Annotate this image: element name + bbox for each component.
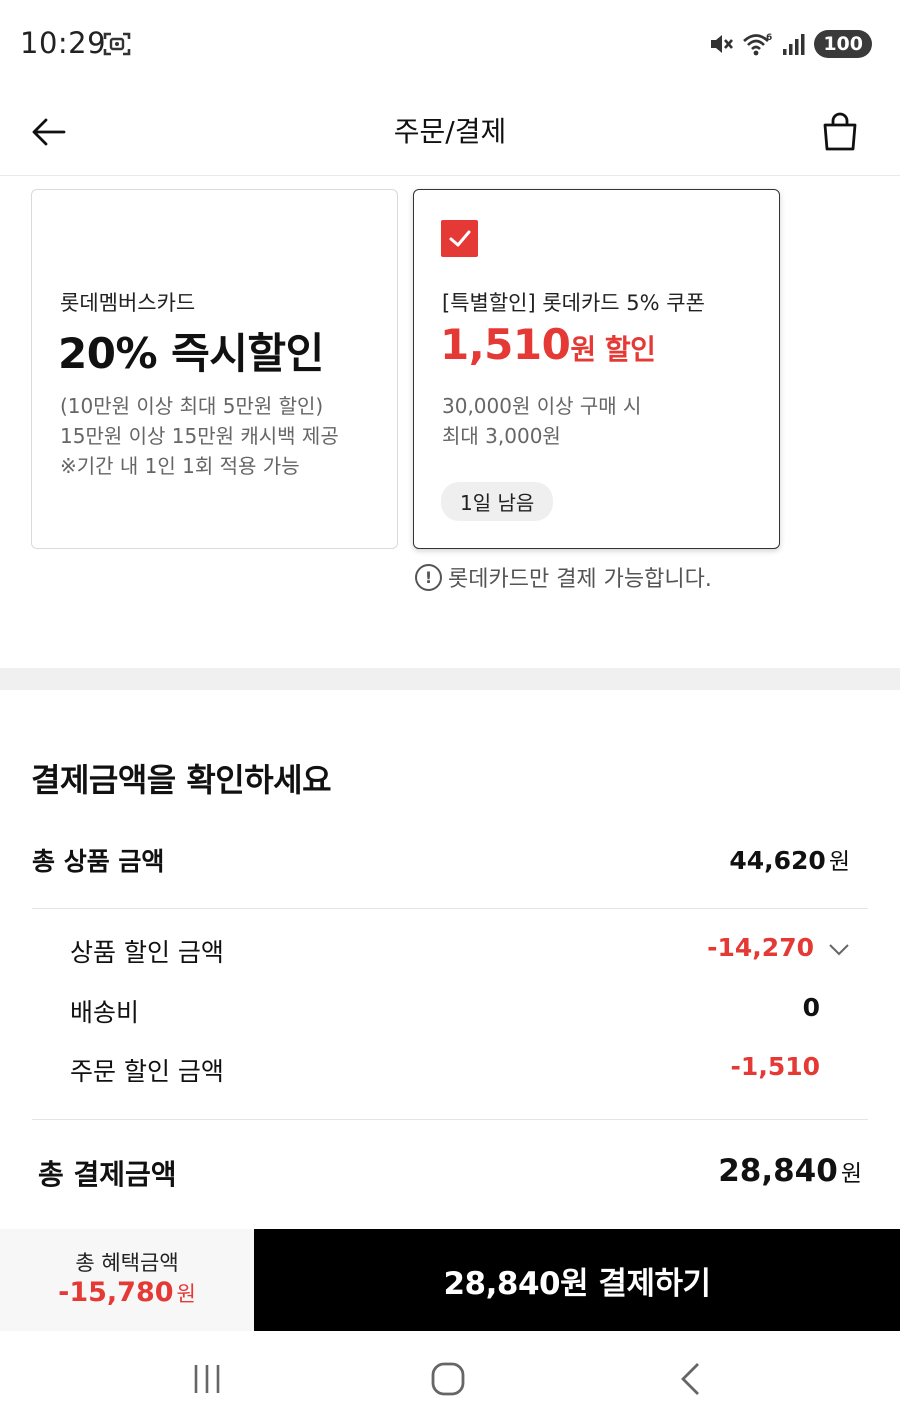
total-product-value-wrap: 44,620 원 <box>729 842 850 876</box>
page-title: 주문/결제 <box>393 115 507 148</box>
signal-icon <box>783 34 805 55</box>
divider-line <box>32 1119 868 1120</box>
status-bar: 10:29 6 100 <box>0 0 900 88</box>
shopping-bag-icon <box>823 112 857 151</box>
coupon-card-lotte-members[interactable]: 롯데멤버스카드 20% 즉시할인 (10만원 이상 최대 5만원 할인) 15만… <box>31 189 398 549</box>
recent-apps-button[interactable] <box>177 1357 237 1401</box>
header: 주문/결제 <box>0 88 900 176</box>
back-icon <box>681 1363 699 1395</box>
status-icons: 6 100 <box>708 28 872 60</box>
days-left-badge: 1일 남음 <box>441 482 554 521</box>
svg-text:6: 6 <box>766 33 772 43</box>
won-unit: 원 <box>176 1282 196 1306</box>
coupon-desc-line: 30,000원 이상 구매 시 <box>442 394 642 418</box>
home-icon <box>431 1362 465 1396</box>
recent-apps-icon <box>194 1365 220 1393</box>
cart-button[interactable] <box>814 106 866 158</box>
coupon-card-description: 30,000원 이상 구매 시 최대 3,000원 <box>442 391 641 451</box>
won-unit: 원 <box>828 849 850 875</box>
coupon-desc-line: ※기간 내 1인 1회 적용 가능 <box>60 454 300 478</box>
total-benefit-box: 총 혜택금액 -15,780 원 <box>0 1229 254 1331</box>
product-discount-value: -14,270 <box>707 933 814 962</box>
home-button[interactable] <box>418 1357 478 1401</box>
shipping-value: 0 <box>802 993 820 1022</box>
total-payment-value: 28,840 <box>718 1153 838 1189</box>
total-benefit-label: 총 혜택금액 <box>75 1251 179 1275</box>
chevron-down-icon[interactable] <box>828 943 850 957</box>
info-icon: ! <box>415 563 442 591</box>
nav-back-button[interactable] <box>660 1357 720 1401</box>
divider-line <box>32 908 868 909</box>
product-discount-label: 상품 할인 금액 <box>70 938 224 967</box>
coupon-card-headline: 20% 즉시할인 <box>58 329 324 378</box>
coupon-card-headline: 1,510원 할인 <box>440 320 656 369</box>
coupon-card-subtitle: 롯데멤버스카드 <box>60 291 196 315</box>
coupon-card-subtitle: [특별할인] 롯데카드 5% 쿠폰 <box>442 291 705 315</box>
total-payment-label: 총 결제금액 <box>38 1158 177 1191</box>
screen-capture-icon <box>103 32 131 56</box>
total-product-label: 총 상품 금액 <box>32 847 165 876</box>
total-benefit-value: -15,780 <box>58 1277 174 1308</box>
payment-notice: ! 롯데카드만 결제 가능합니다. <box>415 561 712 593</box>
coupon-discount-amount: 1,510 <box>440 320 571 369</box>
summary-title: 결제금액을 확인하세요 <box>31 761 332 799</box>
coupon-desc-line: 최대 3,000원 <box>442 424 561 448</box>
coupon-desc-line: (10만원 이상 최대 5만원 할인) <box>60 394 324 418</box>
notice-text: 롯데카드만 결제 가능합니다. <box>448 567 712 592</box>
coupon-checkbox[interactable] <box>441 220 478 257</box>
total-benefit-value-wrap: -15,780 원 <box>0 1277 254 1308</box>
wifi-6-icon: 6 <box>743 33 773 56</box>
won-unit: 원 <box>840 1161 862 1187</box>
status-time: 10:29 <box>20 26 107 60</box>
coupon-discount-suffix: 원 할인 <box>570 333 656 366</box>
battery-badge: 100 <box>814 30 872 58</box>
order-discount-label: 주문 할인 금액 <box>70 1057 224 1086</box>
shipping-label: 배송비 <box>70 998 140 1027</box>
checkmark-icon <box>449 230 470 246</box>
total-product-value: 44,620 <box>729 846 826 875</box>
system-nav-bar <box>0 1331 900 1422</box>
mute-icon <box>711 35 734 53</box>
order-discount-value: -1,510 <box>730 1052 820 1081</box>
coupon-card-lotte-card[interactable]: [특별할인] 롯데카드 5% 쿠폰 1,510원 할인 30,000원 이상 구… <box>413 189 780 549</box>
section-divider <box>0 668 900 690</box>
total-payment-value-wrap: 28,840 원 <box>718 1153 862 1189</box>
bottom-bar: 총 혜택금액 -15,780 원 28,840원 결제하기 <box>0 1229 900 1331</box>
coupon-desc-line: 15만원 이상 15만원 캐시백 제공 <box>60 424 339 448</box>
coupon-card-description: (10만원 이상 최대 5만원 할인) 15만원 이상 15만원 캐시백 제공 … <box>60 391 339 481</box>
pay-button[interactable]: 28,840원 결제하기 <box>254 1229 900 1331</box>
